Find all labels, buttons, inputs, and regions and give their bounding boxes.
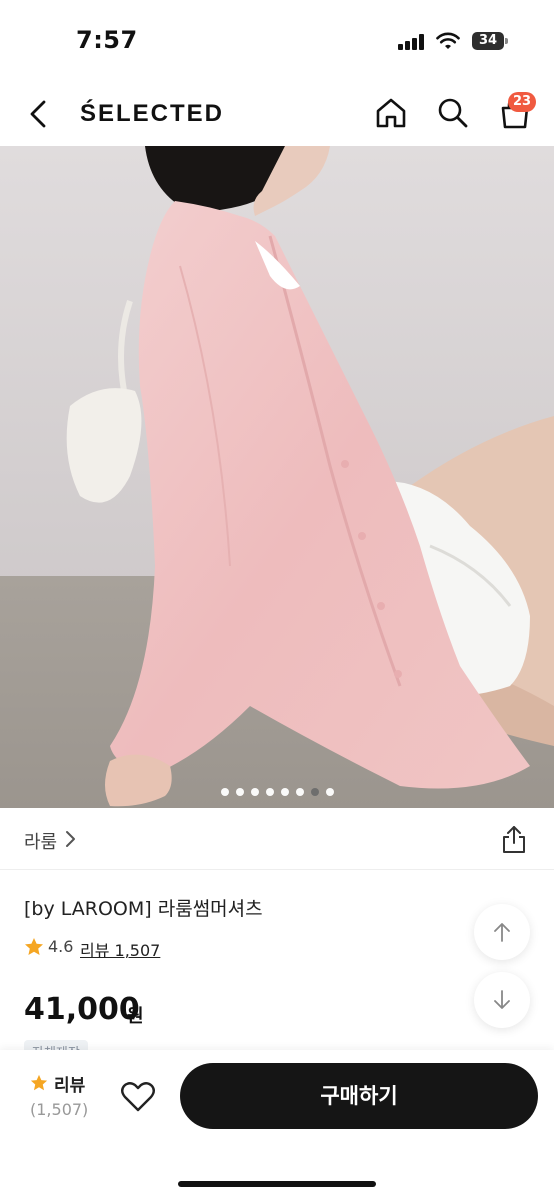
review-count-link[interactable]: 리뷰 1,507 bbox=[80, 937, 160, 961]
buy-button[interactable]: 구매하기 bbox=[180, 1063, 538, 1129]
carousel-dot bbox=[265, 788, 274, 796]
status-bar: 7:57 34 bbox=[0, 0, 554, 80]
seller-row[interactable]: 라룸 bbox=[0, 808, 554, 870]
product-image-carousel[interactable] bbox=[0, 146, 554, 808]
share-icon[interactable] bbox=[500, 824, 528, 854]
star-icon bbox=[30, 1074, 48, 1091]
carousel-dot bbox=[295, 788, 304, 796]
status-time: 7:57 bbox=[76, 26, 138, 54]
carousel-dot bbox=[235, 788, 244, 796]
battery-level: 34 bbox=[478, 33, 498, 48]
rating-value: 4.6 bbox=[48, 937, 74, 956]
arrow-down-icon bbox=[494, 990, 510, 1009]
carousel-dot bbox=[325, 788, 334, 796]
home-indicator bbox=[178, 1181, 376, 1187]
back-arrow-icon[interactable] bbox=[24, 98, 54, 130]
product-photo bbox=[0, 146, 554, 808]
scroll-to-top-button[interactable] bbox=[474, 904, 530, 960]
scroll-to-bottom-button[interactable] bbox=[474, 972, 530, 1028]
review-count: (1,507) bbox=[30, 1100, 89, 1119]
app-header: ŚELECTED bbox=[0, 80, 554, 146]
wifi-icon bbox=[436, 32, 460, 49]
carousel-dot bbox=[280, 788, 289, 796]
search-icon[interactable] bbox=[436, 96, 470, 130]
battery-icon: 34 bbox=[472, 32, 508, 50]
bottom-action-bar: 리뷰 (1,507) 구매하기 bbox=[0, 1050, 554, 1200]
home-icon[interactable] bbox=[374, 96, 408, 130]
carousel-dot bbox=[220, 788, 229, 796]
review-label[interactable]: 리뷰 bbox=[54, 1071, 85, 1096]
brand-logo[interactable]: ŚELECTED bbox=[80, 100, 224, 128]
arrow-up-icon bbox=[494, 923, 510, 942]
product-price: 41,000 bbox=[24, 992, 140, 1027]
carousel-indicator bbox=[0, 788, 554, 796]
product-title: [by LAROOM] 라룸썸머셔츠 bbox=[24, 898, 263, 920]
cart-count-badge: 23 bbox=[508, 92, 536, 112]
carousel-dot-active bbox=[310, 788, 319, 796]
heart-icon[interactable] bbox=[120, 1080, 156, 1114]
cellular-signal-icon bbox=[398, 34, 424, 50]
chevron-right-icon bbox=[66, 831, 75, 847]
star-icon bbox=[25, 938, 43, 955]
carousel-dot bbox=[250, 788, 259, 796]
seller-name[interactable]: 라룸 bbox=[24, 828, 57, 854]
price-currency: 원 bbox=[127, 1006, 144, 1027]
